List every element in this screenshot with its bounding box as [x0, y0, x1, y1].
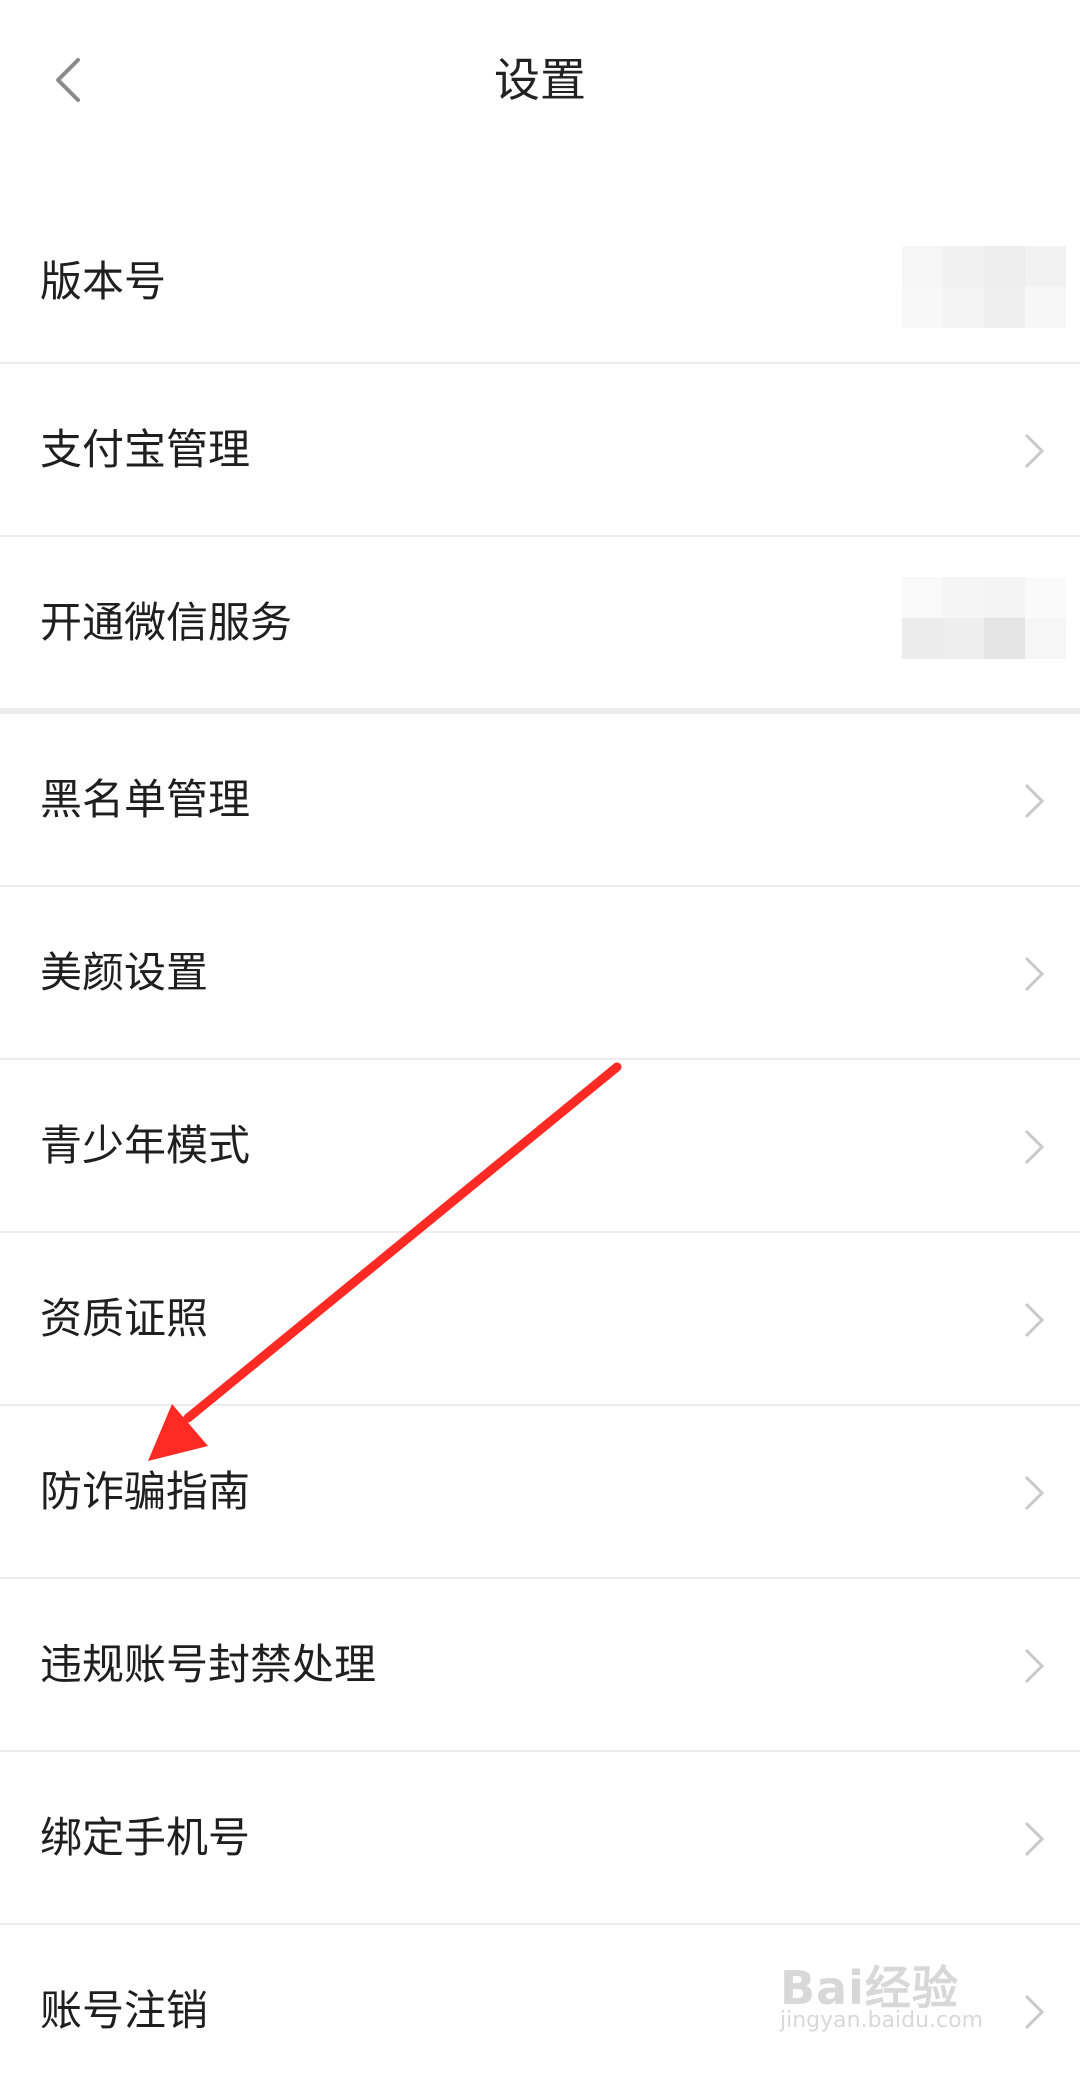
settings-item-teen-mode[interactable]: 青少年模式: [0, 1060, 1080, 1233]
chevron-right-icon: [1024, 1648, 1045, 1684]
chevron-right-icon: [1024, 1129, 1045, 1165]
settings-item-bind-phone[interactable]: 绑定手机号: [0, 1752, 1080, 1925]
chevron-right-icon: [1024, 783, 1045, 819]
top-bar: 设置: [0, 0, 1080, 162]
settings-item-label: 资质证照: [40, 1294, 209, 1343]
chevron-right-icon: [1024, 1821, 1045, 1857]
settings-item-alipay[interactable]: 支付宝管理: [0, 364, 1080, 537]
settings-item-beauty[interactable]: 美颜设置: [0, 887, 1080, 1060]
settings-item-anti-fraud[interactable]: 防诈骗指南: [0, 1406, 1080, 1579]
settings-item-label: 防诈骗指南: [40, 1467, 251, 1516]
settings-item-label: 青少年模式: [40, 1121, 251, 1170]
redacted-wechat-value: [902, 577, 1066, 659]
page-title: 设置: [494, 53, 586, 107]
chevron-right-icon: [1024, 433, 1045, 469]
settings-item-label: 黑名单管理: [40, 775, 251, 824]
chevron-right-icon: [1024, 956, 1045, 992]
settings-item-violation-ban[interactable]: 违规账号封禁处理: [0, 1579, 1080, 1752]
watermark-url: jingyan.baidu.com: [780, 2008, 984, 2033]
chevron-right-icon: [1024, 1302, 1045, 1338]
settings-item-version: 版本号: [0, 162, 1080, 364]
redacted-version-value: [902, 246, 1066, 328]
settings-item-label: 开通微信服务: [40, 598, 293, 647]
chevron-right-icon: [1024, 1475, 1045, 1511]
settings-item-label: 账号注销: [40, 1986, 209, 2035]
settings-item-label: 违规账号封禁处理: [40, 1640, 377, 1689]
settings-item-label: 版本号: [40, 257, 167, 306]
baidu-jingyan-watermark: Bai经验 jingyan.baidu.com: [780, 1952, 1030, 2042]
settings-list: 版本号 支付宝管理 开通微信服务 黑名单管理 美颜设置 青少年模式 资质证照 防…: [0, 162, 1080, 2096]
settings-item-label: 美颜设置: [40, 948, 209, 997]
settings-item-label: 绑定手机号: [40, 1813, 251, 1862]
settings-item-blacklist[interactable]: 黑名单管理: [0, 714, 1080, 887]
settings-item-wechat-service[interactable]: 开通微信服务: [0, 537, 1080, 714]
settings-item-label: 支付宝管理: [40, 425, 251, 474]
settings-item-qualifications[interactable]: 资质证照: [0, 1233, 1080, 1406]
